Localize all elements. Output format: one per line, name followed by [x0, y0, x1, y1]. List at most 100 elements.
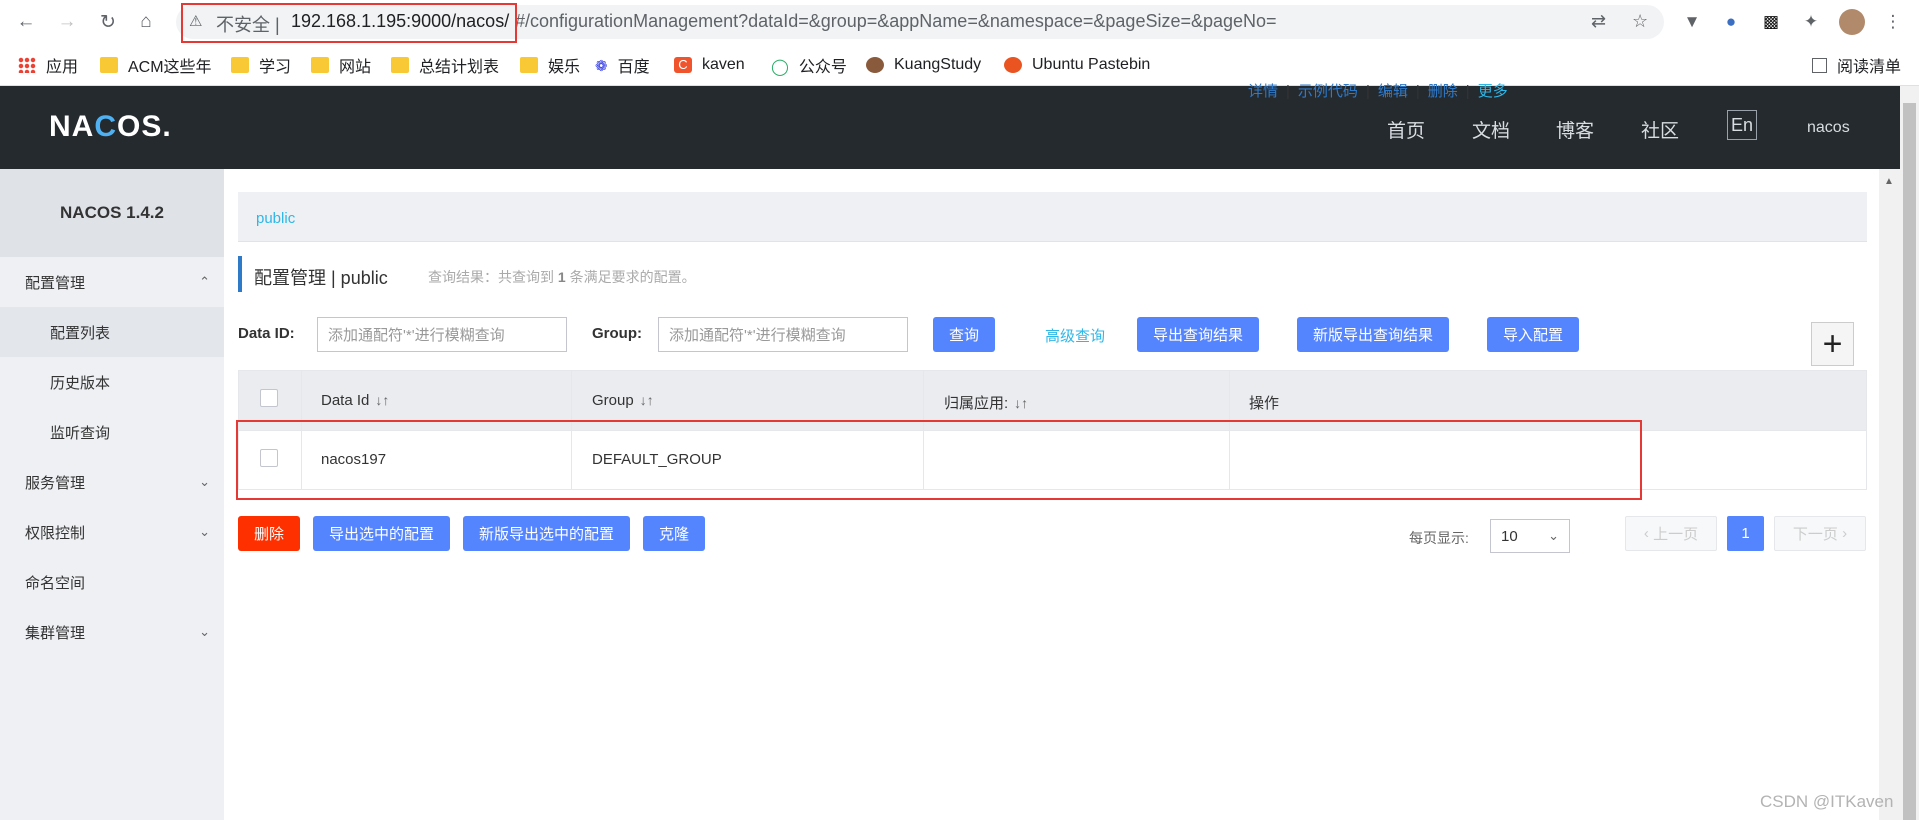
nav-blog[interactable]: 博客: [1556, 116, 1594, 143]
folder-icon: [231, 57, 249, 73]
bookmark-ubuntu[interactable]: Ubuntu Pastebin: [1004, 54, 1150, 76]
wechat-icon: ◯: [771, 59, 789, 76]
user-menu[interactable]: nacos: [1807, 119, 1850, 137]
chevron-up-icon: ⌃: [199, 274, 210, 289]
forward-icon[interactable]: →: [55, 10, 79, 34]
chevron-down-icon: ⌄: [199, 474, 210, 489]
group-input[interactable]: 添加通配符'*'进行模糊查询: [658, 317, 908, 352]
csdn-c-icon: C: [674, 57, 692, 73]
folder-icon: [391, 57, 409, 73]
export-results-button[interactable]: 导出查询结果: [1137, 317, 1259, 352]
row-highlight-annotation: [236, 420, 1642, 500]
advanced-query-link[interactable]: 高级查询: [1045, 325, 1105, 346]
clone-button[interactable]: 克隆: [643, 516, 705, 551]
header-group[interactable]: Group ↓↑: [592, 392, 654, 409]
title-accent: [238, 256, 242, 292]
chevron-right-icon: ›: [1837, 525, 1848, 542]
sidebar-item-listener-query[interactable]: 监听查询: [0, 407, 224, 457]
page-size-select[interactable]: 10 ⌄: [1490, 519, 1570, 553]
menu-dots-icon[interactable]: ⋮: [1880, 9, 1906, 35]
watermark: CSDN @ITKaven: [1760, 792, 1894, 811]
chevron-down-icon: ⌄: [199, 524, 210, 539]
page-title: 配置管理 | public: [254, 268, 388, 288]
sidebar-item-history[interactable]: 历史版本: [0, 357, 224, 407]
select-all-checkbox[interactable]: [260, 389, 278, 407]
header-app[interactable]: 归属应用: ↓↑: [944, 392, 1028, 413]
bookmark-baidu[interactable]: ❁ 百度: [595, 54, 650, 76]
dataid-input[interactable]: 添加通配符'*'进行模糊查询: [317, 317, 567, 352]
kuangstudy-avatar-icon: [866, 57, 884, 73]
scroll-up-icon[interactable]: ▲: [1884, 176, 1894, 187]
extensions-puzzle-icon[interactable]: ✦: [1798, 9, 1824, 35]
sort-icon[interactable]: ↓↑: [1014, 395, 1028, 411]
bookmark-folder[interactable]: 总结计划表: [391, 54, 499, 76]
namespace-public-link[interactable]: public: [256, 210, 295, 227]
more-link[interactable]: 更多: [1478, 83, 1508, 100]
nacos-logo[interactable]: NACOS.: [49, 110, 172, 144]
bookmark-star-icon[interactable]: ☆: [1632, 11, 1648, 32]
content-scrollbar[interactable]: [1879, 169, 1900, 820]
bookmark-folder[interactable]: 学习: [231, 54, 291, 76]
bookmark-folder[interactable]: ACM这些年: [100, 54, 212, 76]
sidebar-item-access-control[interactable]: 权限控制 ⌄: [0, 507, 224, 557]
app-header: NACOS. 首页 文档 博客 社区 En nacos: [0, 86, 1900, 169]
export-selected-new-button[interactable]: 新版导出选中的配置: [463, 516, 630, 551]
page-size-label: 每页显示:: [1409, 530, 1469, 546]
sort-icon[interactable]: ↓↑: [375, 392, 389, 408]
chevron-down-icon: ⌄: [199, 624, 210, 639]
edit-link[interactable]: 编辑: [1378, 83, 1408, 100]
header-data-id[interactable]: Data Id ↓↑: [321, 392, 389, 409]
bookmark-kaven[interactable]: Ckaven: [674, 54, 745, 76]
bookmark-kuangstudy[interactable]: KuangStudy: [866, 54, 981, 76]
reading-list-icon: [1812, 57, 1827, 73]
home-icon[interactable]: ⌂: [134, 10, 158, 34]
nav-home[interactable]: 首页: [1387, 116, 1425, 143]
url-path[interactable]: #/configurationManagement?dataId=&group=…: [515, 11, 1277, 32]
delete-selected-button[interactable]: 删除: [238, 516, 300, 551]
import-config-button[interactable]: 导入配置: [1487, 317, 1579, 352]
extension-box-icon[interactable]: ▩: [1758, 9, 1784, 35]
folder-icon: [100, 57, 118, 73]
sidebar-title: NACOS 1.4.2: [0, 169, 224, 257]
sidebar: NACOS 1.4.2 配置管理 ⌃ 配置列表 历史版本 监听查询 服务管理 ⌄ 权…: [0, 169, 224, 820]
sidebar-item-cluster-management[interactable]: 集群管理 ⌄: [0, 607, 224, 657]
next-page-button[interactable]: 下一页 ›: [1774, 516, 1866, 551]
export-selected-button[interactable]: 导出选中的配置: [313, 516, 450, 551]
current-page[interactable]: 1: [1727, 516, 1764, 551]
detail-link[interactable]: 详情: [1248, 83, 1278, 100]
bookmark-folder[interactable]: 娱乐: [520, 54, 580, 76]
export-results-new-button[interactable]: 新版导出查询结果: [1297, 317, 1449, 352]
profile-avatar-icon[interactable]: [1839, 9, 1865, 35]
sidebar-item-config-management[interactable]: 配置管理 ⌃: [0, 257, 224, 307]
extension-circle-icon[interactable]: ●: [1718, 9, 1744, 35]
sidebar-item-namespace[interactable]: 命名空间: [0, 557, 224, 607]
row-operations: 详情 | 示例代码 | 编辑 | 删除 | 更多: [1248, 83, 1508, 100]
delete-link[interactable]: 删除: [1428, 83, 1458, 100]
sidebar-item-service-management[interactable]: 服务管理 ⌄: [0, 457, 224, 507]
sample-code-link[interactable]: 示例代码: [1298, 83, 1358, 100]
prev-page-button[interactable]: ‹ 上一页: [1625, 516, 1717, 551]
query-button[interactable]: 查询: [933, 317, 995, 352]
reading-list[interactable]: 阅读清单: [1812, 54, 1901, 76]
window-scrollbar-thumb[interactable]: [1903, 103, 1916, 820]
nav-community[interactable]: 社区: [1641, 116, 1679, 143]
language-toggle[interactable]: En: [1727, 110, 1757, 140]
namespace-bar: [238, 192, 1867, 242]
sidebar-item-config-list[interactable]: 配置列表: [0, 307, 224, 357]
browser-toolbar: ← → ↻ ⌂ ⚠ 不安全 | 192.168.1.195:9000/nacos…: [0, 0, 1919, 44]
bookmarks-bar: 应用 ACM这些年 学习 网站 总结计划表 娱乐 ❁ 百度 Ckaven ◯ 公众号…: [0, 44, 1919, 86]
add-config-button[interactable]: +: [1811, 322, 1854, 366]
extension-v-icon[interactable]: ▼: [1679, 9, 1705, 35]
bookmark-folder[interactable]: 网站: [311, 54, 371, 76]
reload-icon[interactable]: ↻: [96, 10, 120, 34]
chevron-left-icon: ‹: [1643, 525, 1654, 542]
group-label: Group:: [592, 325, 642, 342]
bookmark-gongzhonghao[interactable]: ◯ 公众号: [771, 54, 847, 76]
nav-docs[interactable]: 文档: [1472, 116, 1510, 143]
translate-icon[interactable]: ⇄: [1591, 11, 1606, 32]
dataid-label: Data ID:: [238, 325, 295, 342]
apps-icon: [18, 57, 36, 73]
sort-icon[interactable]: ↓↑: [640, 392, 654, 408]
bookmark-apps[interactable]: 应用: [18, 54, 78, 76]
back-icon[interactable]: ←: [14, 10, 38, 34]
